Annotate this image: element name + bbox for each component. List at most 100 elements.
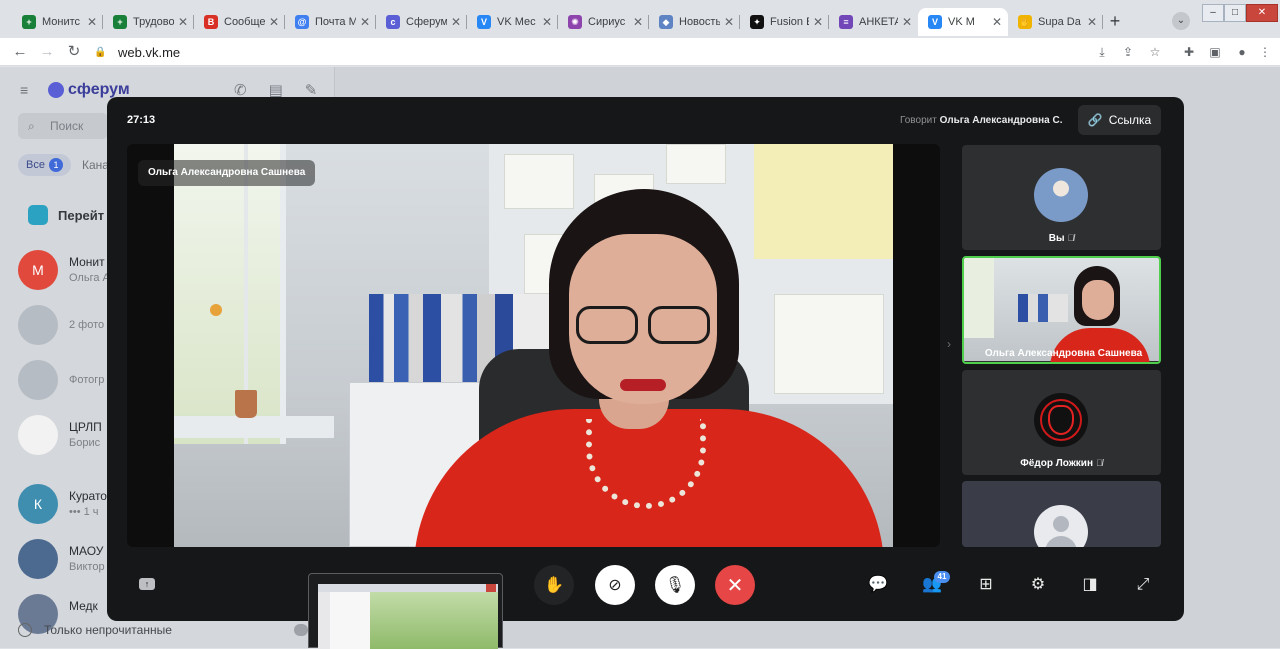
participant-name: Ольга Александровна Сашнева [984,348,1143,359]
mic-muted-icon: 🎙̸ [1067,233,1075,243]
mic-off-icon: 🎙 [664,577,686,594]
browser-tab-strip: + Монитс ✕ + Трудово ✕ B Сообще ✕ @ Почта М ✕ с Сферу… [0,0,1280,38]
browser-tab[interactable]: ✺ Сириус ✕ [558,8,649,36]
tab-close-icon[interactable]: ✕ [633,15,643,29]
tab-title: Сообще [224,16,265,28]
screen-share-icon[interactable]: ↑ [139,578,155,590]
grid-layout-icon[interactable]: ⊞ [975,574,997,596]
unread-only-toggle[interactable] [294,624,308,636]
picture-in-picture-icon[interactable]: ◨ [1079,574,1101,596]
browser-tab[interactable]: ≡ АНКЕТА ✕ [829,8,918,36]
tab-close-icon[interactable]: ✕ [87,15,97,29]
tab-favicon-icon: ≡ [839,15,853,29]
forward-button[interactable]: → [37,42,57,62]
tab-search-button[interactable]: ⌄ [1172,12,1190,30]
filter-all-chip[interactable]: Все 1 [18,154,71,176]
active-speaker-indicator: Говорит Ольга Александровна С. [900,115,1062,126]
close-window-button[interactable]: ✕ [1246,4,1278,22]
browser-tab[interactable]: ✦ Fusion E ✕ [740,8,829,36]
window-thumbnail-preview[interactable] [308,573,503,649]
tab-title: VK М [948,16,975,28]
chevron-right-icon[interactable]: › [947,337,951,351]
menu-kebab-icon[interactable]: ⋮ [1256,43,1274,61]
sidebar-search-input[interactable]: ⌕ Поиск [18,113,108,139]
filter-channels-chip[interactable]: Кана [82,158,109,172]
unread-only-row[interactable]: Только непрочитанные [18,623,172,637]
browser-tab[interactable]: + Трудово ✕ [103,8,194,36]
participant-tile-active[interactable]: Ольга Александровна Сашнева [962,256,1161,364]
participant-tile[interactable] [962,481,1161,547]
restore-window-button[interactable]: □ [1224,4,1246,22]
tab-title: Сферум [406,16,447,28]
participant-video-feed [964,258,1159,362]
link-icon: 🔗 [1087,113,1103,127]
camera-off-button[interactable]: ⊘ [595,565,635,605]
chat-avatar: К [18,484,58,524]
close-icon: ✕ [726,574,744,597]
tab-close-icon[interactable]: ✕ [178,15,188,29]
tab-favicon-icon: ◆ [659,15,673,29]
browser-tab[interactable]: + Монитс ✕ [12,8,103,36]
tab-favicon-icon: @ [295,15,309,29]
tab-close-icon[interactable]: ✕ [451,15,461,29]
tab-close-icon[interactable]: ✕ [813,15,823,29]
new-tab-button[interactable]: + [1105,11,1125,31]
raise-hand-button[interactable]: ✋ [534,565,574,605]
side-panel-icon[interactable]: ▣ [1206,43,1224,61]
back-button[interactable]: ← [10,42,30,62]
tab-close-icon[interactable]: ✕ [724,15,734,29]
tab-favicon-icon: + [113,15,127,29]
tab-title: Монитс [42,16,81,28]
hamburger-menu-icon[interactable]: ≡ [20,82,34,98]
install-app-icon[interactable]: ⤓ [1093,43,1111,61]
chat-name: ЦРЛП [69,420,102,434]
mic-off-button[interactable]: 🎙 [655,565,695,605]
tab-close-icon[interactable]: ✕ [1087,15,1097,29]
participant-avatar [1034,168,1088,222]
browser-tab[interactable]: V VK М ✕ [918,8,1008,36]
search-placeholder: Поиск [50,119,84,133]
tab-favicon-icon: ✺ [568,15,582,29]
address-url: web.vk.me [118,44,181,60]
tab-favicon-icon: B [204,15,218,29]
tab-close-icon[interactable]: ✕ [902,15,912,29]
browser-tab[interactable]: с Сферум ✕ [376,8,467,36]
address-bar[interactable]: 🔒 web.vk.me [94,41,1170,63]
participant-tile[interactable]: Фёдор Ложкин 🎙̸ [962,370,1161,475]
browser-tab[interactable]: @ Почта М ✕ [285,8,376,36]
share-icon[interactable]: ⇪ [1119,43,1137,61]
default-avatar-icon [1034,505,1088,547]
tab-close-icon[interactable]: ✕ [269,15,279,29]
bookmark-star-icon[interactable]: ☆ [1146,43,1164,61]
browser-tab[interactable]: ✋ Supa Da ✕ [1008,8,1103,36]
copy-link-button[interactable]: 🔗 Ссылка [1078,105,1161,135]
main-video-name-label: Ольга Александровна Сашнева [138,160,316,186]
tab-close-icon[interactable]: ✕ [542,15,552,29]
tab-favicon-icon: V [477,15,491,29]
main-video[interactable]: Ольга Александровна Сашнева [127,144,940,547]
go-to-label: Перейт [58,207,105,223]
browser-tab[interactable]: ◆ Новость ✕ [649,8,740,36]
browser-tab[interactable]: B Сообще ✕ [194,8,285,36]
tab-close-icon[interactable]: ✕ [992,15,1002,29]
minimize-window-button[interactable]: – [1202,4,1224,22]
fullscreen-icon[interactable]: ⤢ [1132,574,1154,596]
reload-button[interactable]: ↻ [64,42,84,62]
settings-gear-icon[interactable]: ⚙ [1027,574,1049,596]
end-call-button[interactable]: ✕ [715,565,755,605]
go-to-link[interactable]: Перейт [28,205,104,225]
browser-tab[interactable]: V VK Мес ✕ [467,8,558,36]
participant-avatar [1034,393,1088,447]
participant-tile[interactable]: Вы 🎙̸ [962,145,1161,250]
search-icon: ⌕ [28,119,35,133]
chat-name: МАОУ [69,544,104,558]
profile-icon[interactable]: ● [1233,43,1251,61]
speaker-prefix: Говорит [900,115,937,126]
participants-count-badge: 41 [934,571,950,583]
speaker-name: Ольга Александровна С. [939,115,1063,126]
tab-close-icon[interactable]: ✕ [360,15,370,29]
mic-muted-icon: 🎙̸ [1095,458,1103,468]
extensions-puzzle-icon[interactable]: ✚ [1180,43,1198,61]
chat-bubble-icon[interactable]: 💬 [867,574,889,596]
call-timer: 27:13 [127,114,156,126]
